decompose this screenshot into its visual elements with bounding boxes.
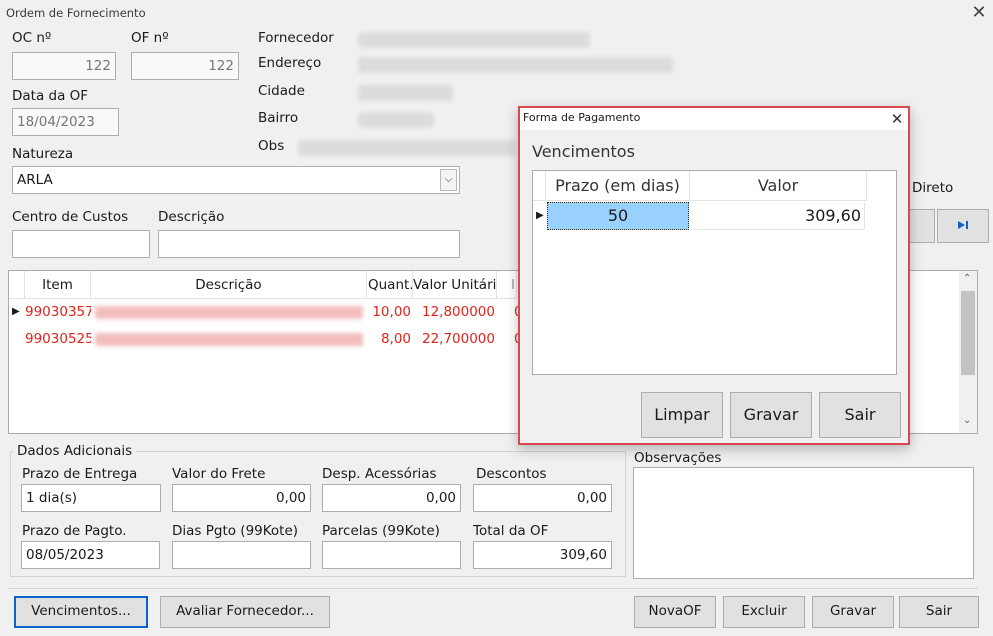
valor-cell[interactable]: 309,60	[690, 202, 865, 230]
avaliar-fornecedor-button[interactable]: Avaliar Fornecedor...	[160, 596, 330, 628]
centro-field[interactable]	[12, 230, 150, 258]
grid-corner	[9, 271, 25, 299]
dialog-close-button[interactable]: ✕	[886, 108, 908, 130]
observacoes-label: Observações	[634, 450, 722, 466]
col-header-descricao[interactable]: Descrição	[91, 271, 367, 299]
sair-button[interactable]: Sair	[899, 596, 979, 628]
total-label: Total da OF	[473, 523, 549, 539]
cidade-value-redacted	[358, 85, 453, 101]
dialog-titlebar: Forma de Pagamento ✕	[520, 108, 908, 130]
chevron-down-icon[interactable]: ⌵	[440, 169, 457, 191]
dialog-gravar-button[interactable]: Gravar	[730, 392, 812, 438]
of-label: OF nº	[131, 30, 169, 46]
col-header-quant[interactable]: Quant.	[367, 271, 413, 299]
prazo-entrega-field[interactable]: 1 dia(s)	[21, 484, 161, 512]
centro-label: Centro de Custos	[12, 209, 129, 225]
prazo-pagto-field[interactable]: 08/05/2023	[21, 541, 160, 569]
prazo-entrega-label: Prazo de Entrega	[22, 466, 138, 482]
bairro-value-redacted	[358, 112, 434, 128]
dialog-title: Forma de Pagamento	[523, 111, 641, 124]
forma-pagamento-dialog: Forma de Pagamento ✕ Vencimentos Prazo (…	[518, 106, 910, 445]
row-valor: 12,800000	[421, 304, 495, 320]
observacoes-field[interactable]	[633, 467, 974, 579]
dialog-sair-button[interactable]: Sair	[819, 392, 901, 438]
vencimentos-grid[interactable]: Prazo (em dias) Valor ▶ 50 309,60	[532, 170, 897, 375]
vencimentos-button[interactable]: Vencimentos...	[14, 596, 148, 628]
table-row[interactable]: 99030357.	[25, 299, 91, 325]
descontos-label: Descontos	[476, 466, 547, 482]
row-valor: 22,700000	[421, 331, 495, 347]
table-row[interactable]: 99030525.	[25, 326, 91, 352]
descricao-field[interactable]	[158, 230, 460, 258]
cidade-label: Cidade	[258, 83, 305, 99]
chevron-up-icon[interactable]: ⌃	[963, 273, 971, 284]
col-header-valor[interactable]: Valor Unitário	[413, 271, 497, 299]
row-quant: 8,00	[380, 331, 411, 347]
dias-pgto-label: Dias Pgto (99Kote)	[172, 523, 299, 539]
direto-label: Direto	[912, 180, 954, 196]
row-description-redacted	[95, 333, 363, 346]
nav-last-button[interactable]	[937, 209, 989, 243]
fornecedor-value-redacted	[358, 32, 590, 48]
of-field[interactable]: 122	[131, 52, 239, 80]
parcelas-label: Parcelas (99Kote)	[322, 523, 440, 539]
window-close-button[interactable]: ✕	[969, 2, 989, 24]
skip-last-icon	[958, 221, 968, 229]
prazo-cell[interactable]: 50	[547, 202, 689, 230]
bairro-label: Bairro	[258, 110, 299, 126]
endereco-value-redacted	[358, 57, 673, 73]
grid-scrollbar[interactable]: ⌃ ⌄	[959, 271, 977, 433]
natureza-value: ARLA	[17, 172, 53, 188]
obs-value-redacted	[298, 140, 516, 156]
obs-label: Obs	[258, 138, 285, 154]
desp-field[interactable]: 0,00	[322, 484, 461, 512]
endereco-label: Endereço	[258, 55, 322, 71]
date-field[interactable]: 18/04/2023	[12, 108, 119, 136]
row-quant: 10,00	[372, 304, 411, 320]
desp-label: Desp. Acessórias	[322, 466, 437, 482]
triangle-right-icon: ▶	[536, 210, 544, 221]
vencimentos-section-title: Vencimentos	[532, 142, 635, 161]
row-item-code: 99030357	[25, 304, 91, 320]
col-header-valor[interactable]: Valor	[690, 171, 867, 201]
limpar-button[interactable]: Limpar	[641, 392, 723, 438]
excluir-button[interactable]: Excluir	[723, 596, 805, 628]
valor-frete-label: Valor do Frete	[172, 466, 266, 482]
col-header-item[interactable]: Item	[25, 271, 91, 299]
dados-adicionais-title: Dados Adicionais	[13, 443, 137, 459]
divider	[8, 588, 978, 589]
dias-pgto-field[interactable]	[172, 541, 311, 569]
window-title: Ordem de Fornecimento	[6, 6, 146, 20]
parcelas-field[interactable]	[322, 541, 461, 569]
dialog-grid-corner	[533, 171, 546, 201]
gravar-button[interactable]: Gravar	[812, 596, 894, 628]
total-field[interactable]: 309,60	[473, 541, 612, 569]
scrollbar-thumb[interactable]	[961, 291, 975, 375]
oc-field[interactable]: 122	[12, 52, 116, 80]
triangle-right-icon: ▶	[12, 306, 20, 317]
date-label: Data da OF	[12, 88, 89, 104]
valor-frete-field[interactable]: 0,00	[172, 484, 311, 512]
descontos-field[interactable]: 0,00	[473, 484, 612, 512]
fornecedor-label: Fornecedor	[258, 30, 334, 46]
col-header-extra[interactable]: I	[497, 271, 517, 299]
descricao-label: Descrição	[158, 209, 225, 225]
prazo-pagto-label: Prazo de Pagto.	[22, 523, 127, 539]
chevron-down-icon[interactable]: ⌄	[963, 415, 971, 426]
row-description-redacted	[95, 306, 363, 319]
oc-label: OC nº	[12, 30, 52, 46]
natureza-label: Natureza	[12, 146, 74, 162]
nova-of-button[interactable]: NovaOF	[634, 596, 716, 628]
col-header-prazo[interactable]: Prazo (em dias)	[546, 171, 690, 201]
natureza-select[interactable]: ARLA ⌵	[12, 166, 460, 194]
row-item-code: 99030525	[25, 331, 91, 347]
